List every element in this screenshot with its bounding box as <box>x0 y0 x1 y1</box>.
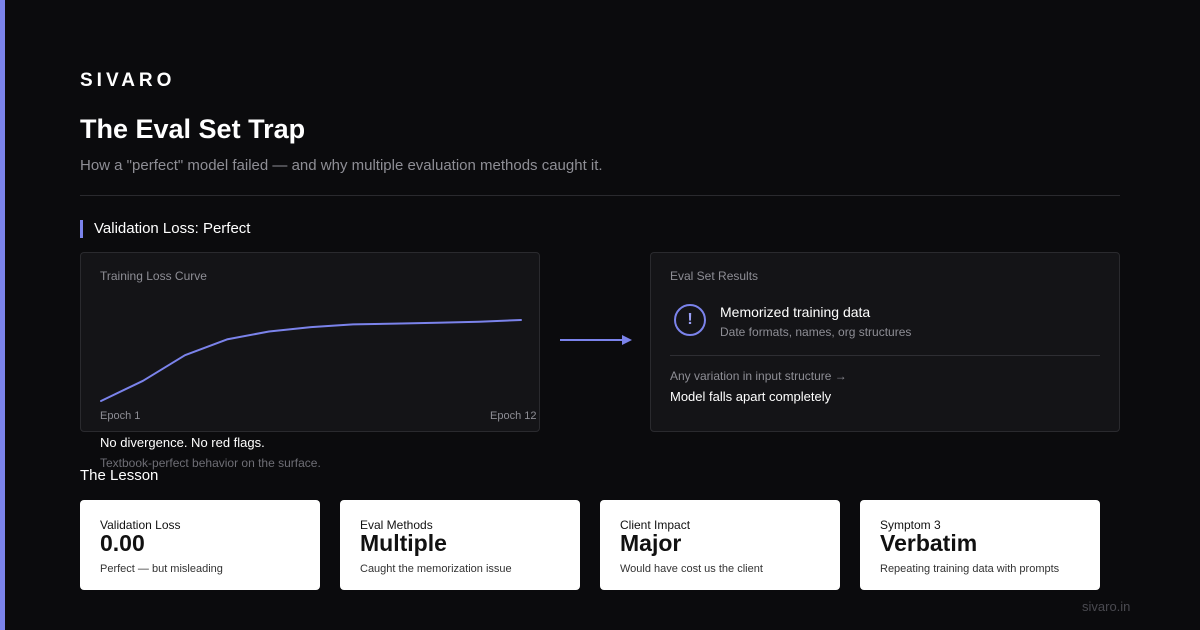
eval-divider <box>670 355 1100 356</box>
lesson-title: The Lesson <box>80 467 159 484</box>
section-marker <box>80 220 83 238</box>
page-subtitle: How a "perfect" model failed — and why m… <box>80 157 603 174</box>
loss-note-main: No divergence. No red flags. <box>100 435 265 450</box>
page-title: The Eval Set Trap <box>80 114 306 144</box>
card-value: 0.00 <box>100 530 145 556</box>
card-description: Caught the memorization issue <box>360 563 512 575</box>
stat-card-symptom-3: Symptom 3 Verbatim Repeating training da… <box>860 500 1100 590</box>
card-description: Would have cost us the client <box>620 563 763 575</box>
card-value: Verbatim <box>880 530 978 556</box>
stat-card-client-impact: Client Impact Major Would have cost us t… <box>600 500 840 590</box>
eval-variation-result: Model falls apart completely <box>670 389 832 404</box>
right-arrow-icon <box>560 335 632 345</box>
accent-bar <box>0 0 5 630</box>
eval-panel-label: Eval Set Results <box>670 269 759 283</box>
loss-curve-line <box>100 319 522 402</box>
brand-logo: SIVARO <box>80 70 176 91</box>
exclamation-icon: ! <box>674 304 706 336</box>
footer-url: sivaro.in <box>1082 599 1131 614</box>
eval-finding-title: Memorized training data <box>720 304 871 320</box>
card-description: Repeating training data with prompts <box>880 563 1060 575</box>
eval-finding-detail: Date formats, names, org structures <box>720 325 912 339</box>
loss-curve-panel: Training Loss Curve Epoch 1 Epoch 12 <box>80 252 540 432</box>
card-description: Perfect — but misleading <box>100 563 223 575</box>
epoch-end-label: Epoch 12 <box>490 410 537 422</box>
eval-results-panel: Eval Set Results ! Memorized training da… <box>650 252 1120 432</box>
stat-card-eval-methods: Eval Methods Multiple Caught the memoriz… <box>340 500 580 590</box>
epoch-start-label: Epoch 1 <box>100 410 141 422</box>
card-value: Multiple <box>360 530 447 556</box>
header-divider <box>80 195 1120 196</box>
section-title: Validation Loss: Perfect <box>94 220 251 237</box>
loss-chart <box>100 319 522 402</box>
eval-variation-text: Any variation in input structure → <box>670 369 847 383</box>
stat-card-validation-loss: Validation Loss 0.00 Perfect — but misle… <box>80 500 320 590</box>
card-value: Major <box>620 530 682 556</box>
